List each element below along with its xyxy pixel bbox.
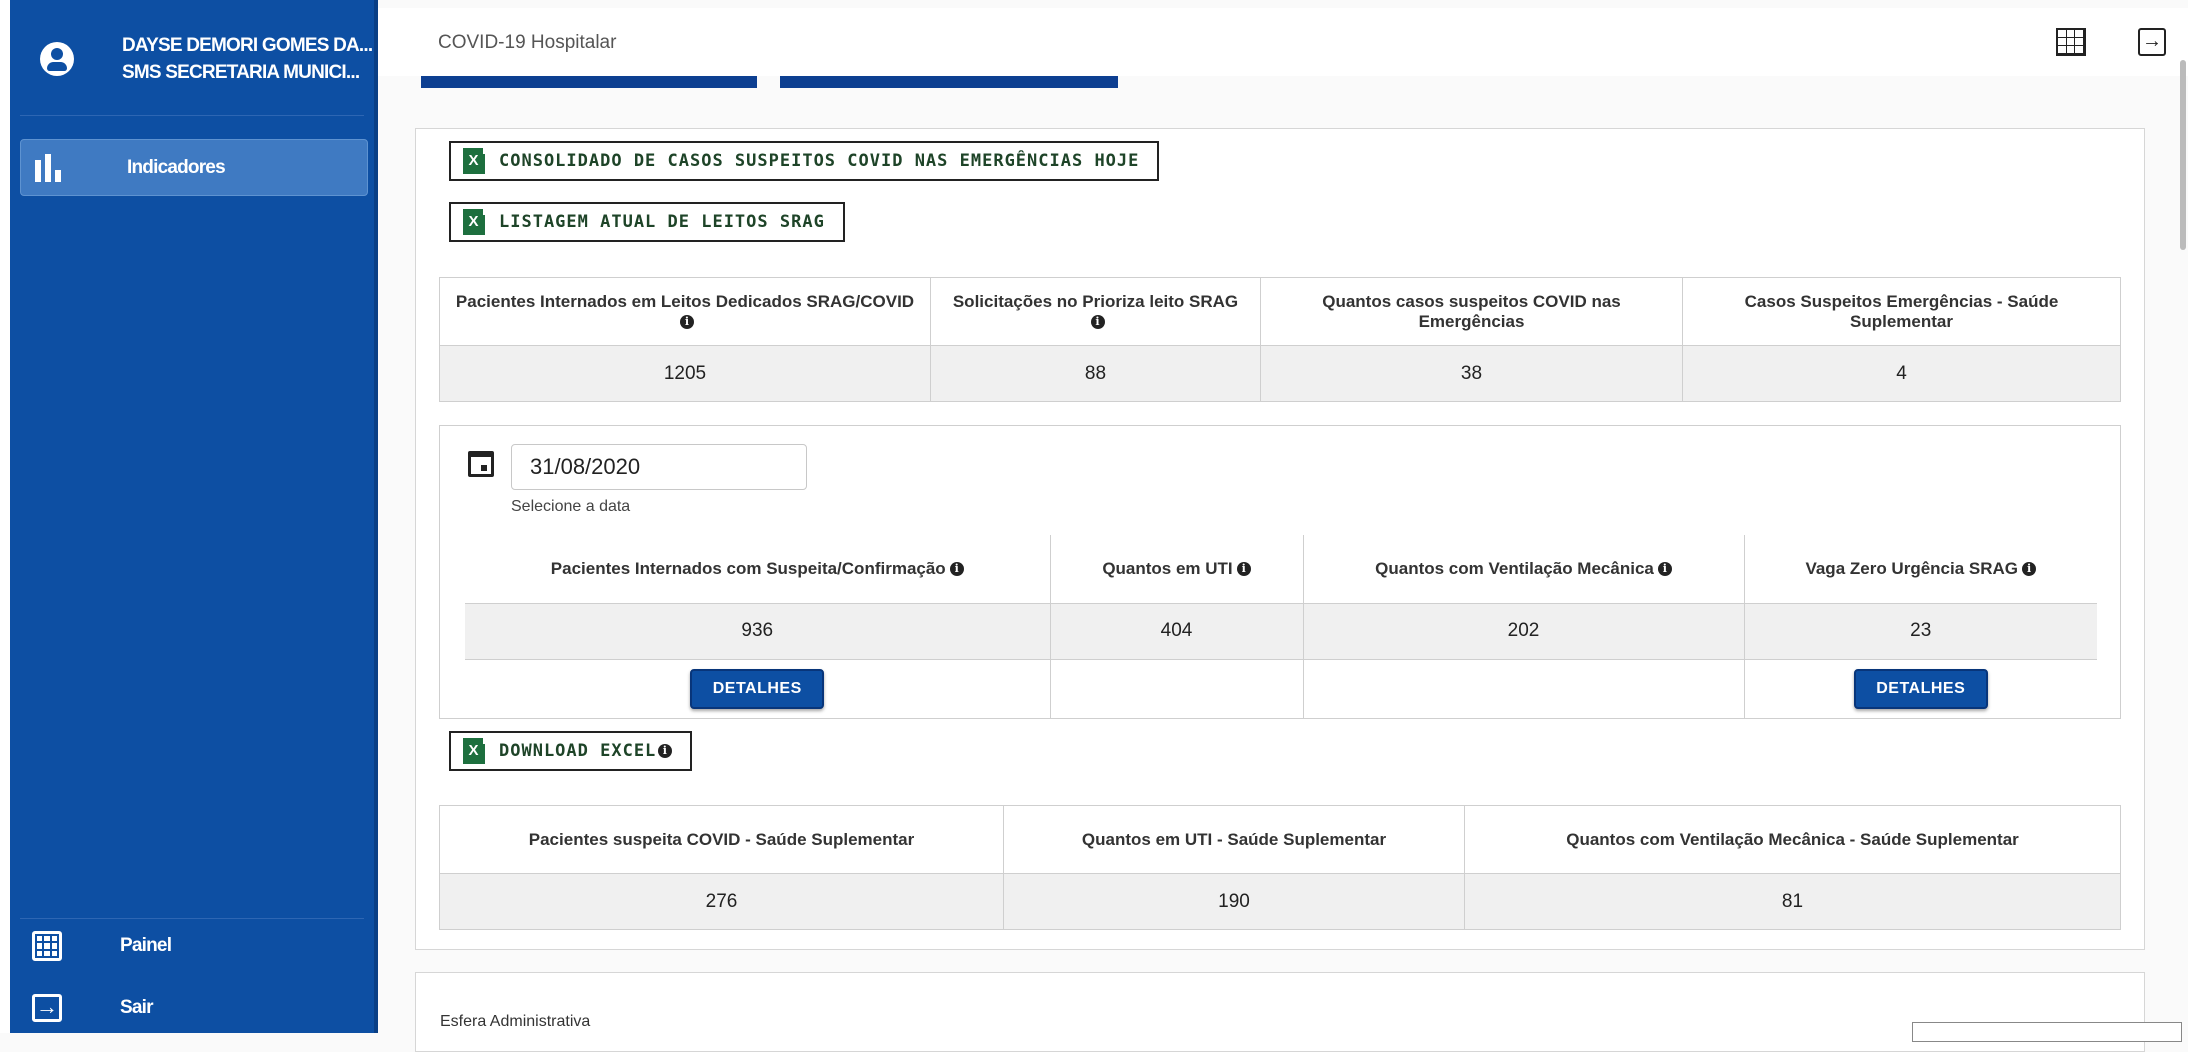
column-header: Pacientes Internados em Leitos Dedicados… [439, 277, 931, 346]
consolidado-excel-button[interactable]: X CONSOLIDADO DE CASOS SUSPEITOS COVID N… [449, 141, 1160, 181]
sidebar-item-painel[interactable]: Painel [32, 926, 172, 966]
info-icon[interactable]: i [949, 562, 964, 577]
excel-icon: X [463, 209, 489, 235]
detalhes-button-internados[interactable]: DETALHES [690, 669, 825, 710]
table-row: 276 190 81 [439, 873, 2121, 930]
column-header: Quantos casos suspeitos COVID nas Emergê… [1260, 277, 1683, 346]
info-icon[interactable]: i [680, 315, 694, 330]
sidebar: DAYSE DEMORI GOMES DA... SMS SECRETARIA … [0, 0, 378, 1033]
column-header: Vaga Zero Urgência SRAG i [1743, 535, 2097, 603]
sidebar-item-indicadores[interactable]: Indicadores [20, 139, 368, 196]
button-label: CONSOLIDADO DE CASOS SUSPEITOS COVID NAS… [499, 151, 1140, 171]
tab-strip-right[interactable] [780, 76, 1118, 88]
listagem-excel-button[interactable]: X LISTAGEM ATUAL DE LEITOS SRAG [449, 202, 845, 242]
info-icon[interactable]: i [1657, 562, 1672, 577]
table-cell: 1205 [439, 345, 931, 402]
table-row: 936 404 202 23 [465, 602, 2097, 660]
table-header-row: Pacientes Internados em Leitos Dedicados… [439, 277, 2121, 346]
download-excel-button[interactable]: X DOWNLOAD EXCEL i [449, 731, 693, 771]
daily-table: Pacientes Internados com Suspeita/Confir… [465, 535, 2097, 719]
info-icon[interactable]: i [1090, 315, 1105, 330]
info-icon[interactable]: i [2022, 562, 2037, 577]
column-header: Casos Suspeitos Emergências - Saúde Supl… [1682, 277, 2121, 346]
bar-chart-icon [35, 153, 67, 182]
apps-grid-icon[interactable] [2056, 28, 2086, 56]
table-cell: 4 [1682, 345, 2121, 402]
date-hint: Selecione a data [511, 498, 631, 515]
logout-icon[interactable]: → [2138, 28, 2166, 56]
column-header: Pacientes Internados com Suspeita/Confir… [465, 535, 1050, 603]
info-icon[interactable]: i [658, 744, 673, 758]
info-icon[interactable]: i [1236, 562, 1251, 577]
user-organization: SMS SECRETARIA MUNICI... [122, 62, 360, 83]
scrollbar[interactable] [2180, 60, 2186, 250]
grid-icon [32, 931, 62, 961]
sidebar-item-label: Painel [120, 935, 172, 956]
table-cell: 81 [1464, 873, 2121, 930]
account-circle-icon [40, 42, 74, 76]
table-cell: 38 [1260, 345, 1683, 402]
column-header: Solicitações no Prioriza leito SRAG i [930, 277, 1261, 346]
excel-icon: X [463, 738, 489, 764]
sidebar-item-sair[interactable]: → Sair [32, 988, 154, 1028]
tab-strip-left[interactable] [421, 76, 757, 88]
page-title: COVID-19 Hospitalar [438, 32, 617, 53]
sidebar-divider [20, 115, 364, 116]
user-name: DAYSE DEMORI GOMES DA... [122, 35, 373, 56]
table-header-row: Pacientes Internados com Suspeita/Confir… [465, 535, 2097, 603]
table-cell: 202 [1302, 602, 1744, 660]
sidebar-item-label: Indicadores [127, 156, 226, 178]
column-header: Quantos com Ventilação Mecânica - Saúde … [1464, 805, 2121, 874]
table-cell: 276 [439, 873, 1004, 930]
calendar-icon[interactable] [468, 451, 494, 477]
table-cell: 88 [930, 345, 1261, 402]
table-row: 1205 88 38 4 [439, 345, 2121, 402]
excel-icon: X [463, 148, 489, 174]
section-label: Esfera Administrativa [440, 1013, 591, 1030]
table-cell: 936 [465, 602, 1050, 660]
table-cell: 23 [1743, 602, 2097, 660]
administrative-sphere-panel: Esfera Administrativa [415, 972, 2145, 1052]
date-input[interactable] [511, 444, 807, 490]
table-cell: 404 [1049, 602, 1303, 660]
table-header-row: Pacientes suspeita COVID - Saúde Supleme… [439, 805, 2121, 874]
button-label: LISTAGEM ATUAL DE LEITOS SRAG [499, 212, 825, 232]
table-cell: 190 [1003, 873, 1465, 930]
summary-table: Pacientes Internados em Leitos Dedicados… [439, 277, 2121, 402]
column-header: Quantos em UTI - Saúde Suplementar [1003, 805, 1465, 874]
table-actions-row: DETALHES DETALHES [465, 659, 2097, 719]
column-header: Quantos em UTI i [1049, 535, 1303, 603]
button-label: DOWNLOAD EXCEL [499, 741, 657, 761]
sidebar-divider [20, 918, 364, 919]
column-header: Quantos com Ventilação Mecânica i [1302, 535, 1744, 603]
user-profile: DAYSE DEMORI GOMES DA... SMS SECRETARIA … [40, 32, 373, 86]
column-header: Pacientes suspeita COVID - Saúde Supleme… [439, 805, 1004, 874]
sidebar-item-label: Sair [120, 997, 154, 1018]
exit-icon: → [32, 994, 62, 1022]
dropdown-field[interactable] [1912, 1022, 2182, 1042]
detalhes-button-vaga-zero[interactable]: DETALHES [1853, 669, 1988, 710]
top-bar: COVID-19 Hospitalar → [378, 8, 2188, 76]
supplementary-table: Pacientes suspeita COVID - Saúde Supleme… [439, 805, 2121, 930]
